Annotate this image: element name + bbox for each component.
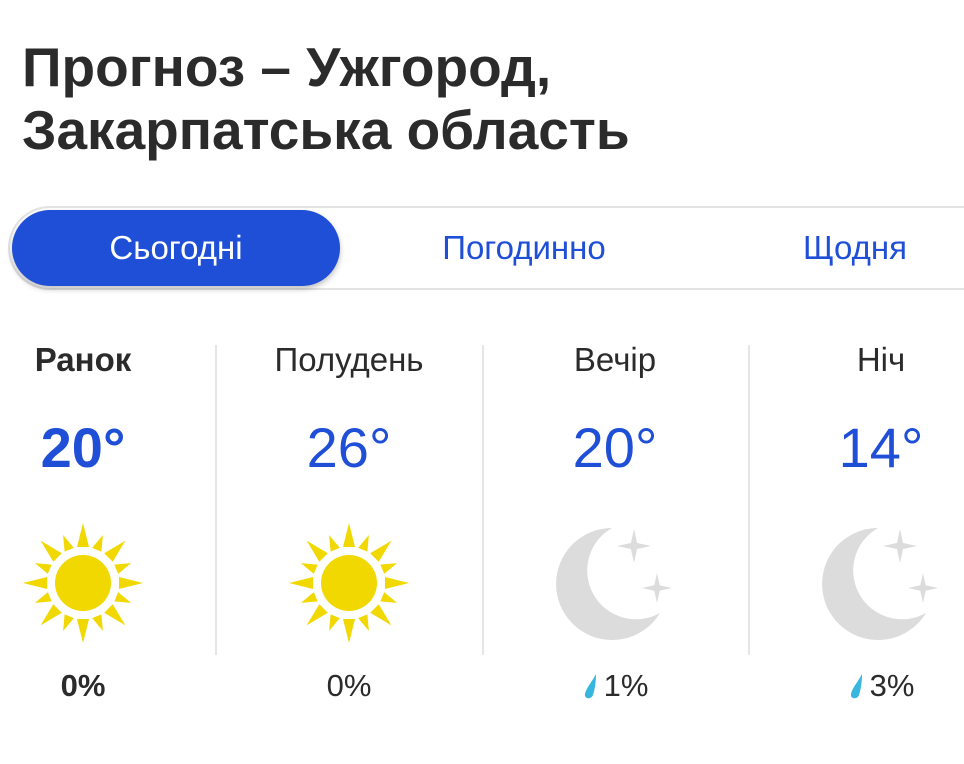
moon-stars-icon xyxy=(748,518,964,648)
precip-value: 0% xyxy=(60,668,106,703)
rain-drop-icon xyxy=(850,674,862,699)
period-night: Ніч 14° 3% xyxy=(748,330,964,703)
period-temp: 20° xyxy=(572,416,658,479)
tab-hourly[interactable]: Погодинно xyxy=(414,208,634,288)
rain-drop-icon xyxy=(584,674,596,699)
precip-chance: 3% xyxy=(748,668,964,704)
tab-daily[interactable]: Щодня xyxy=(780,208,930,288)
precip-value: 3% xyxy=(869,668,915,703)
page-title: Прогноз – Ужгород, Закарпатська область xyxy=(22,36,630,162)
precip-chance: 0% xyxy=(216,668,482,704)
period-noon: Полудень 26° 0% xyxy=(216,330,482,703)
title-line-2: Закарпатська область xyxy=(22,99,630,161)
precip-value: 0% xyxy=(326,668,372,703)
period-morning: Ранок 20° 0% xyxy=(0,330,216,703)
period-temp: 26° xyxy=(306,416,392,479)
period-evening: Вечір 20° 1% xyxy=(482,330,748,703)
forecast-tabs: Сьогодні Погодинно Щодня xyxy=(8,206,964,290)
sun-icon xyxy=(216,518,482,648)
period-name: Вечір xyxy=(573,341,657,378)
precip-chance: 0% xyxy=(0,668,216,704)
period-temp: 20° xyxy=(40,416,126,479)
sun-icon xyxy=(0,518,216,648)
period-temp: 14° xyxy=(838,416,924,479)
period-name: Ранок xyxy=(34,341,132,378)
moon-stars-icon xyxy=(482,518,748,648)
period-name: Полудень xyxy=(274,341,424,378)
title-line-1: Прогноз – Ужгород, xyxy=(22,36,552,98)
tab-today[interactable]: Сьогодні xyxy=(12,210,340,286)
period-name: Ніч xyxy=(856,341,906,378)
precip-chance: 1% xyxy=(482,668,748,704)
precip-value: 1% xyxy=(603,668,649,703)
